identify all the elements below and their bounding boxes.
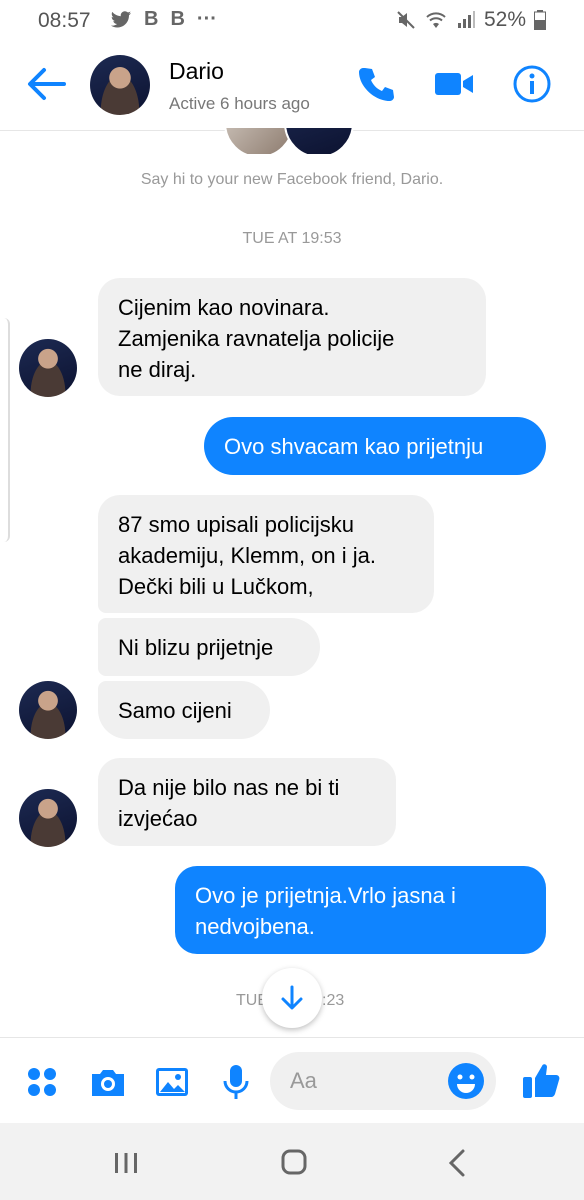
message-bubble-incoming[interactable]: 87 smo upisali policijsku akademiju, Kle… — [98, 495, 434, 613]
status-time: 08:57 — [38, 9, 91, 32]
message-input[interactable]: Aa — [270, 1052, 496, 1110]
b-app-icon: B — [170, 8, 185, 30]
recent-apps-icon[interactable] — [106, 1145, 146, 1181]
camera-icon[interactable] — [88, 1062, 128, 1102]
edge-panel-handle[interactable] — [0, 318, 10, 542]
emoji-icon[interactable] — [446, 1061, 486, 1101]
like-icon[interactable] — [520, 1058, 564, 1102]
signal-icon — [457, 11, 475, 28]
profile-photo-1 — [224, 128, 294, 154]
twitter-icon — [110, 10, 132, 28]
contact-avatar[interactable] — [90, 55, 150, 115]
scroll-to-bottom-button[interactable] — [262, 968, 322, 1028]
contact-name[interactable]: Dario — [169, 58, 224, 85]
notification-icons: B B ··· — [110, 8, 217, 31]
friend-profile-pictures — [222, 128, 362, 154]
contact-avatar-small[interactable] — [19, 789, 77, 847]
new-friend-hint: Say hi to your new Facebook friend, Dari… — [140, 171, 444, 188]
status-bar: 08:57 B B ··· 52% — [0, 0, 584, 40]
back-nav-icon[interactable] — [438, 1145, 478, 1181]
info-icon[interactable] — [512, 64, 552, 104]
phone-call-icon[interactable] — [356, 64, 396, 104]
microphone-icon[interactable] — [216, 1062, 256, 1102]
more-apps-icon[interactable] — [22, 1062, 62, 1102]
system-icons: 52% — [396, 8, 546, 32]
home-icon[interactable] — [274, 1145, 314, 1181]
contact-avatar-small[interactable] — [19, 339, 77, 397]
message-bubble-incoming[interactable]: Ni blizu prijetnje — [98, 618, 320, 676]
message-bubble-outgoing[interactable]: Ovo shvacam kao prijetnju — [204, 417, 546, 475]
arrow-down-icon — [281, 985, 303, 1010]
timestamp-partial-right: :23 — [322, 992, 345, 1009]
contact-avatar-small[interactable] — [19, 681, 77, 739]
b-app-icon: B — [144, 8, 159, 30]
battery-icon — [534, 10, 546, 30]
message-bubble-incoming[interactable]: Da nije bilo nas ne bi ti izvjećao — [98, 758, 396, 846]
more-notifications-icon: ··· — [196, 8, 217, 30]
gallery-icon[interactable] — [152, 1062, 192, 1102]
wifi-icon — [426, 12, 446, 28]
message-composer: Aa — [0, 1037, 584, 1124]
message-bubble-outgoing[interactable]: Ovo je prijetnja.Vrlo jasna i nedvojbena… — [175, 866, 546, 954]
conversation-header: Dario Active 6 hours ago — [0, 40, 584, 131]
battery-percent: 52% — [483, 8, 526, 31]
timestamp: TUE AT 19:53 — [242, 230, 342, 247]
video-call-icon[interactable] — [434, 64, 474, 104]
system-navigation-bar — [0, 1123, 584, 1200]
message-bubble-incoming[interactable]: Samo cijeni — [98, 681, 270, 739]
back-arrow-icon[interactable] — [24, 64, 68, 104]
mute-icon — [397, 11, 415, 29]
message-bubble-incoming[interactable]: Cijenim kao novinara. Zamjenika ravnatel… — [98, 278, 486, 396]
message-input-placeholder: Aa — [290, 1068, 317, 1093]
profile-photo-2 — [284, 128, 354, 154]
contact-active-status: Active 6 hours ago — [169, 94, 310, 113]
